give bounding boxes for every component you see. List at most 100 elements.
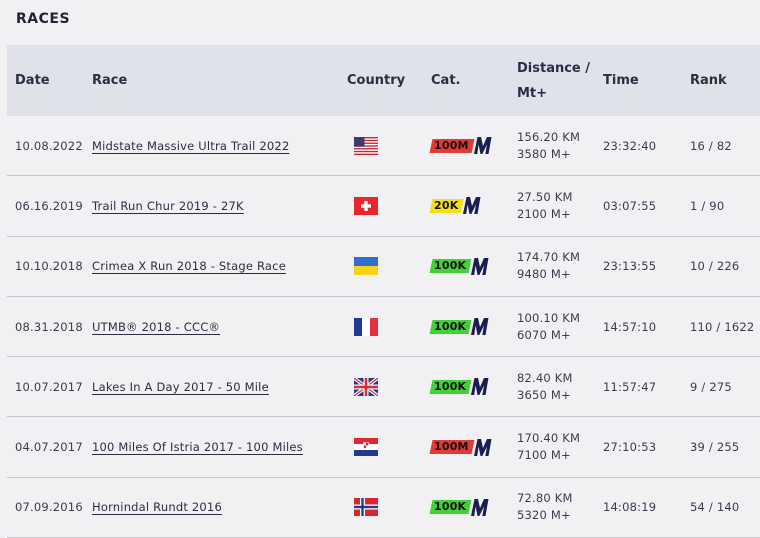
ua-flag-icon — [354, 257, 378, 276]
distance-km: 27.50 KM — [517, 189, 573, 204]
row-race-cell: Trail Run Chur 2019 - 27K — [85, 199, 340, 213]
row-rank: 16 / 82 — [690, 138, 732, 153]
row-time: 14:08:19 — [603, 500, 657, 515]
category-label: 100M — [434, 138, 469, 152]
header-distance-line1: Distance / — [517, 60, 591, 76]
header-cat: Cat. — [431, 73, 461, 88]
category-label-box: 100K — [429, 500, 472, 515]
header-date: Date — [15, 73, 50, 88]
elevation-gain: 2100 M+ — [517, 206, 571, 221]
row-date: 10.10.2018 — [15, 259, 83, 274]
row-race-cell: Crimea X Run 2018 - Stage Race — [85, 259, 340, 273]
row-race-cell: Hornindal Rundt 2016 — [85, 500, 340, 514]
category-label-box: 100K — [429, 259, 472, 274]
category-label: 100K — [434, 259, 467, 273]
category-badge: 100K — [429, 318, 510, 336]
row-category: 100K — [426, 378, 510, 396]
table-row: 06.16.2019 Trail Run Chur 2019 - 27K 20K… — [7, 176, 760, 237]
header-country: Country — [347, 73, 406, 88]
row-rank: 10 / 226 — [690, 259, 740, 274]
category-label: 100K — [434, 319, 467, 333]
race-link[interactable]: Midstate Massive Ultra Trail 2022 — [92, 139, 289, 153]
race-link[interactable]: Crimea X Run 2018 - Stage Race — [92, 259, 286, 273]
category-badge: 100M — [429, 137, 510, 155]
race-link[interactable]: UTMB® 2018 - CCC® — [92, 320, 220, 334]
distance-km: 82.40 KM — [517, 370, 573, 385]
distance-km: 170.40 KM — [517, 431, 581, 446]
us-flag-icon — [354, 136, 378, 155]
row-rank: 54 / 140 — [690, 500, 740, 515]
table-row: 10.07.2017 Lakes In A Day 2017 - 50 Mile… — [7, 357, 760, 418]
distance-km: 174.70 KM — [517, 250, 581, 265]
m-logo-icon — [471, 257, 489, 275]
distance-km: 156.20 KM — [517, 129, 581, 144]
row-category: 100K — [426, 498, 510, 516]
category-label: 100K — [434, 500, 467, 514]
category-label-box: 100K — [429, 319, 472, 334]
table-row: 10.08.2022 Midstate Massive Ultra Trail … — [7, 116, 760, 177]
elevation-gain: 6070 M+ — [517, 327, 571, 342]
row-category: 20K — [426, 197, 510, 215]
elevation-gain: 3580 M+ — [517, 146, 571, 161]
row-country — [340, 438, 426, 457]
category-label: 20K — [434, 198, 459, 212]
row-country — [340, 317, 426, 336]
row-time: 23:13:55 — [603, 259, 657, 274]
row-category: 100K — [426, 318, 510, 336]
row-race-cell: Midstate Massive Ultra Trail 2022 — [85, 139, 340, 153]
category-label-box: 100K — [429, 379, 472, 394]
elevation-gain: 3650 M+ — [517, 387, 571, 402]
row-category: 100M — [426, 137, 510, 155]
row-country — [340, 196, 426, 215]
category-badge: 20K — [429, 197, 510, 215]
row-time: 27:10:53 — [603, 440, 657, 455]
category-label: 100K — [434, 379, 467, 393]
category-label-box: 100M — [429, 440, 475, 455]
table-body: 10.08.2022 Midstate Massive Ultra Trail … — [7, 116, 760, 538]
m-logo-icon — [473, 137, 492, 155]
row-date: 07.09.2016 — [15, 500, 83, 515]
row-date: 06.16.2019 — [15, 198, 83, 213]
page-title: RACES — [16, 11, 71, 27]
fr-flag-icon — [354, 317, 378, 336]
elevation-gain: 9480 M+ — [517, 267, 571, 282]
table-row: 04.07.2017 100 Miles Of Istria 2017 - 10… — [7, 417, 760, 478]
elevation-gain: 5320 M+ — [517, 508, 571, 523]
category-label: 100M — [434, 440, 469, 454]
row-distance: 72.80 KM 5320 M+ — [510, 490, 595, 524]
header-time: Time — [603, 73, 639, 88]
m-logo-icon — [471, 318, 489, 336]
row-distance: 27.50 KM 2100 M+ — [510, 189, 595, 223]
race-link[interactable]: Lakes In A Day 2017 - 50 Mile — [92, 380, 269, 394]
race-link[interactable]: 100 Miles Of Istria 2017 - 100 Miles — [92, 440, 303, 454]
row-date: 08.31.2018 — [15, 319, 83, 334]
row-distance: 174.70 KM 9480 M+ — [510, 249, 595, 283]
header-rank: Rank — [690, 73, 727, 88]
table-header: Date Race Country Cat. Distance / Mt+ Ti… — [7, 45, 760, 116]
m-logo-icon — [471, 378, 489, 396]
m-logo-icon — [473, 438, 492, 456]
table-row: 10.10.2018 Crimea X Run 2018 - Stage Rac… — [7, 237, 760, 297]
m-logo-icon — [463, 197, 481, 215]
row-distance: 100.10 KM 6070 M+ — [510, 310, 595, 344]
row-time: 14:57:10 — [603, 319, 657, 334]
row-country — [340, 498, 426, 517]
row-rank: 1 / 90 — [690, 198, 725, 213]
elevation-gain: 7100 M+ — [517, 448, 571, 463]
category-label-box: 100M — [429, 138, 475, 153]
row-race-cell: 100 Miles Of Istria 2017 - 100 Miles — [85, 440, 340, 454]
row-distance: 156.20 KM 3580 M+ — [510, 129, 595, 163]
row-category: 100M — [426, 438, 510, 456]
races-table: Date Race Country Cat. Distance / Mt+ Ti… — [7, 45, 760, 538]
row-country — [340, 136, 426, 155]
row-rank: 110 / 1622 — [690, 319, 755, 334]
ch-flag-icon — [354, 196, 378, 215]
header-race: Race — [92, 73, 128, 88]
category-badge: 100K — [429, 378, 510, 396]
row-time: 23:32:40 — [603, 138, 657, 153]
row-category: 100K — [426, 257, 510, 275]
race-link[interactable]: Hornindal Rundt 2016 — [92, 500, 222, 514]
row-date: 04.07.2017 — [15, 440, 83, 455]
race-link[interactable]: Trail Run Chur 2019 - 27K — [92, 199, 244, 213]
row-race-cell: Lakes In A Day 2017 - 50 Mile — [85, 380, 340, 394]
